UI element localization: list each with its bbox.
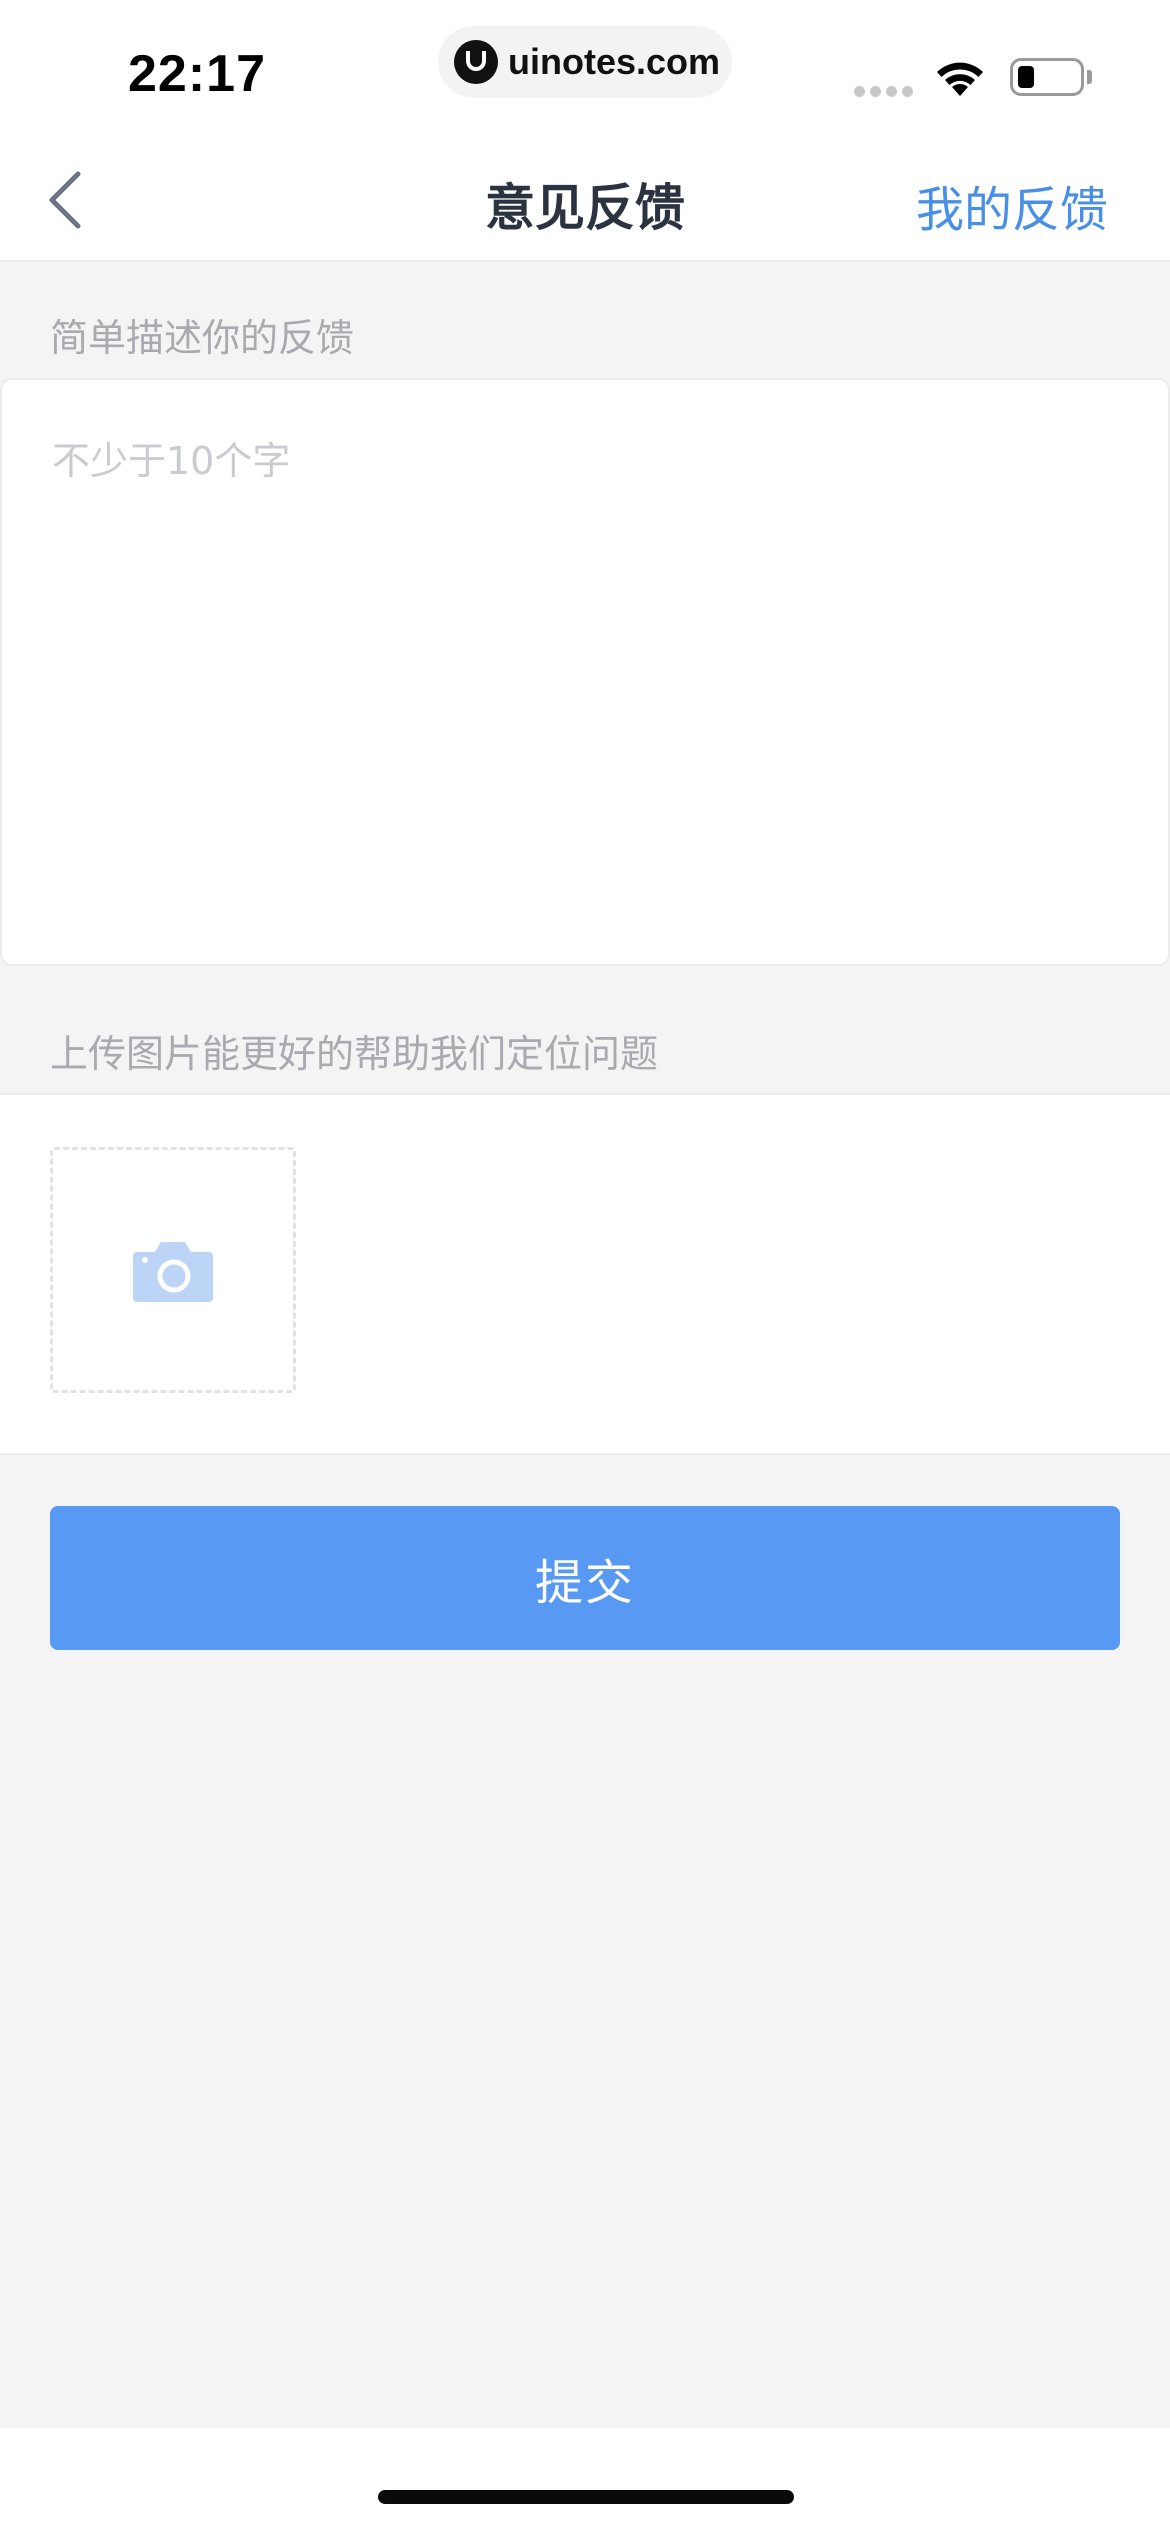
cellular-signal-icon <box>854 86 913 97</box>
feedback-label: 简单描述你的反馈 <box>50 316 355 360</box>
feedback-textarea[interactable] <box>52 430 1122 930</box>
battery-icon <box>1010 58 1084 96</box>
url-pill[interactable]: uinotes.com <box>438 26 732 98</box>
my-feedback-link[interactable]: 我的反馈 <box>916 170 1108 240</box>
status-time: 22:17 <box>128 45 266 103</box>
upload-card <box>0 1093 1170 1455</box>
home-indicator-area <box>0 2428 1170 2532</box>
nav-bar: 意见反馈 我的反馈 <box>0 140 1170 262</box>
feedback-screen: 22:17 uinotes.com 意见反馈 我的反馈 简单描述你的反馈 上传图… <box>0 0 1170 2532</box>
upload-label: 上传图片能更好的帮助我们定位问题 <box>50 1032 659 1076</box>
submit-button[interactable]: 提交 <box>50 1506 1120 1650</box>
site-logo-icon <box>454 40 498 84</box>
image-upload-button[interactable] <box>50 1147 296 1393</box>
battery-cap <box>1087 70 1092 84</box>
wifi-icon <box>937 62 983 96</box>
status-bar: 22:17 uinotes.com <box>0 0 1170 140</box>
feedback-card <box>0 378 1170 966</box>
camera-icon <box>133 1242 213 1302</box>
url-text: uinotes.com <box>508 41 721 82</box>
home-indicator[interactable] <box>378 2490 794 2504</box>
